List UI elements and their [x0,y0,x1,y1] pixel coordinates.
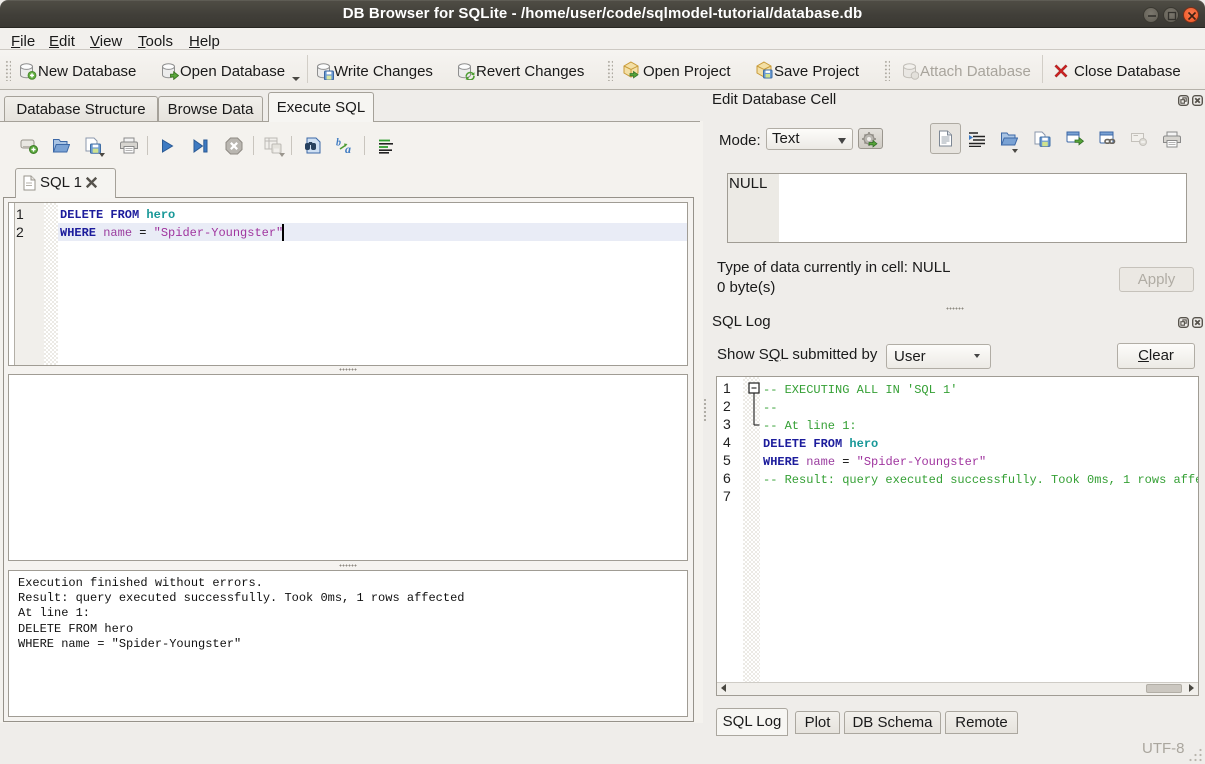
svg-text:b: b [336,138,341,149]
